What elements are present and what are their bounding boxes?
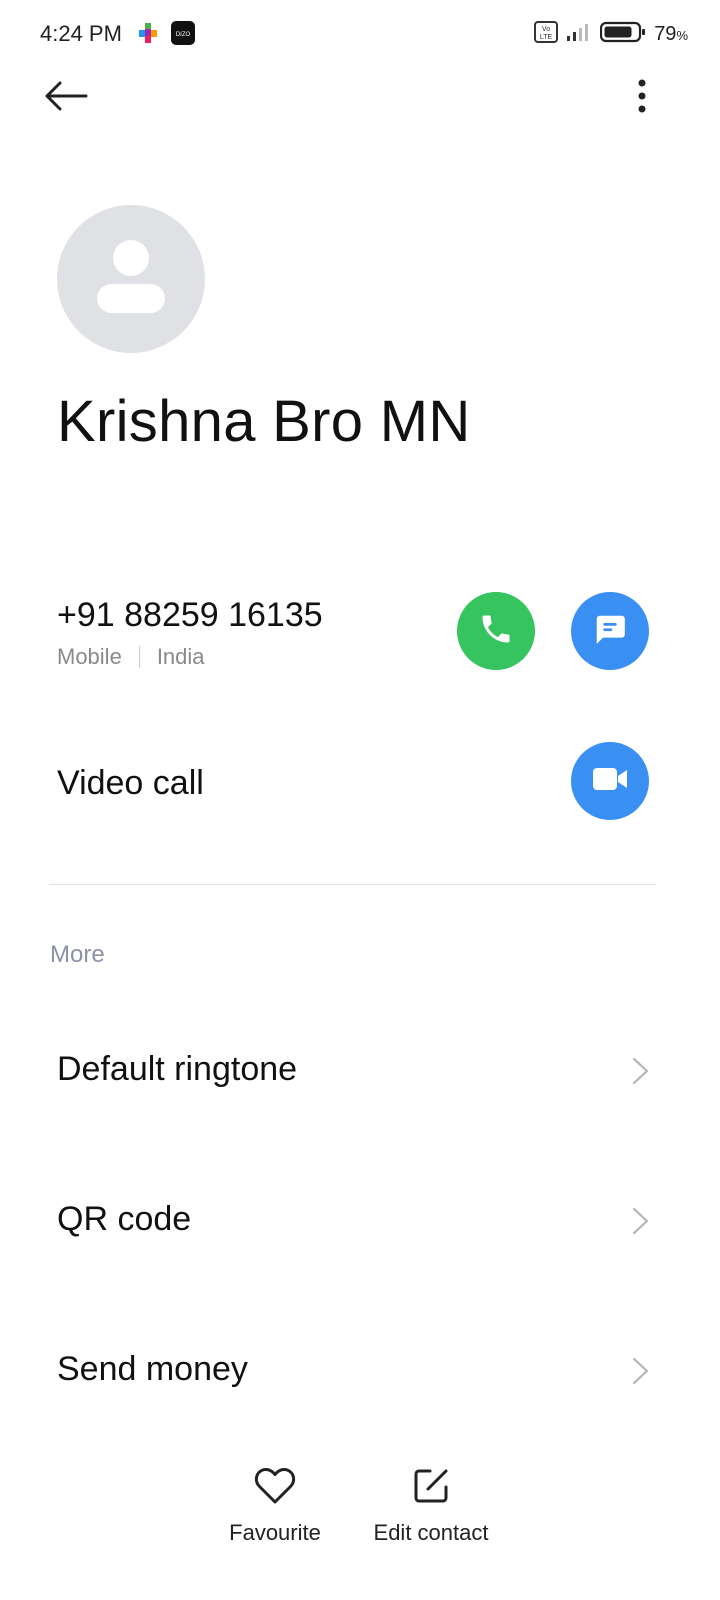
person-placeholder-icon (96, 239, 166, 320)
status-bar: 4:24 PM DIZO Vo LTE 79% (0, 0, 720, 68)
chevron-right-icon (628, 1056, 652, 1086)
edit-contact-button[interactable]: Edit contact (360, 1467, 502, 1546)
phone-meta: Mobile India (57, 644, 205, 670)
contact-name: Krishna Bro MN (57, 389, 471, 454)
menu-item-label: Default ringtone (57, 1050, 298, 1088)
more-section-header: More (50, 941, 105, 968)
status-right-group: Vo LTE 79% (534, 20, 688, 48)
menu-item-label: QR code (57, 1200, 192, 1238)
heart-icon (254, 1467, 296, 1510)
avatar[interactable] (57, 205, 205, 353)
menu-item-default-ringtone[interactable]: Default ringtone (0, 1016, 720, 1126)
battery-icon (600, 21, 646, 48)
arrow-left-icon (44, 81, 88, 116)
colorful-puzzle-icon (136, 21, 160, 45)
meta-separator (138, 646, 140, 668)
favourite-label: Favourite (229, 1520, 321, 1545)
section-divider (49, 884, 656, 885)
more-vertical-icon (638, 79, 646, 118)
signal-icon (566, 22, 592, 47)
svg-text:LTE: LTE (540, 34, 553, 41)
call-button[interactable] (457, 592, 535, 670)
message-icon (592, 611, 628, 652)
phone-country-label: India (156, 644, 205, 669)
edit-contact-label: Edit contact (373, 1520, 489, 1545)
video-camera-icon (591, 764, 629, 799)
menu-item-qr-code[interactable]: QR code (0, 1166, 720, 1276)
phone-type-label: Mobile (57, 644, 122, 669)
bottom-action-bar: Favourite Edit contact (0, 1455, 720, 1565)
favourite-button[interactable]: Favourite (215, 1467, 335, 1546)
video-call-row[interactable]: Video call (0, 730, 720, 840)
message-button[interactable] (571, 592, 649, 670)
video-call-button[interactable] (571, 742, 649, 820)
chevron-right-icon (628, 1206, 652, 1236)
back-button[interactable] (40, 76, 92, 120)
battery-percent: 79% (654, 22, 688, 45)
status-time: 4:24 PM (40, 21, 122, 46)
phone-icon (478, 611, 514, 652)
more-options-button[interactable] (624, 76, 660, 120)
menu-item-label: Send money (57, 1350, 248, 1388)
edit-icon (412, 1467, 450, 1510)
phone-number: +91 88259 16135 (57, 596, 323, 634)
video-call-label: Video call (57, 764, 204, 802)
chevron-right-icon (628, 1356, 652, 1386)
top-app-bar (0, 68, 720, 128)
phone-number-row[interactable]: +91 88259 16135 Mobile India (0, 580, 720, 690)
svg-text:Vo: Vo (542, 26, 550, 33)
dizo-icon: DIZO (171, 21, 195, 45)
volte-icon: Vo LTE (534, 20, 559, 48)
menu-item-send-money[interactable]: Send money (0, 1316, 720, 1426)
dizo-icon-text: DIZO (176, 32, 191, 38)
